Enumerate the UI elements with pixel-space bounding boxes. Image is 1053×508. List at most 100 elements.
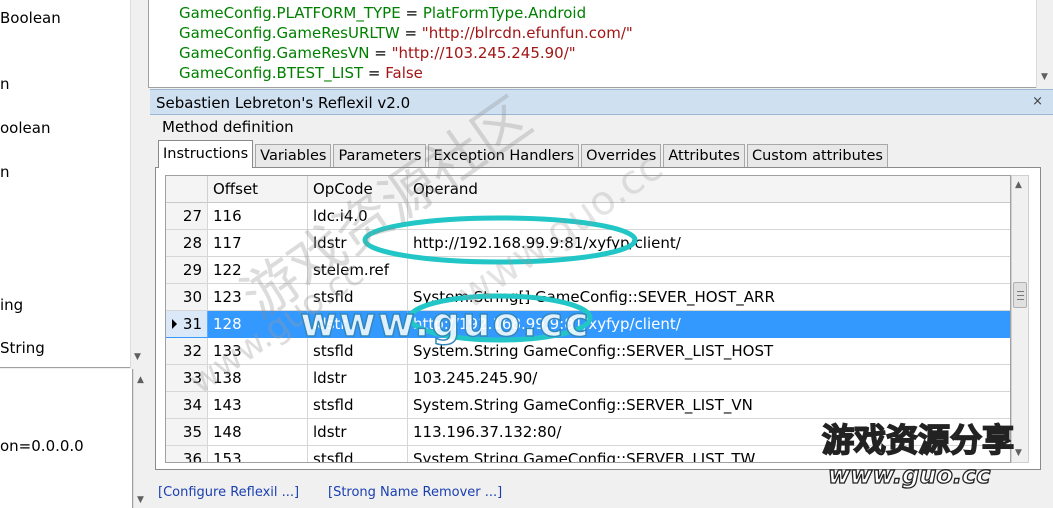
- code-identifier: GameConfig.GameResURLTW: [179, 24, 400, 42]
- offset-cell[interactable]: 117: [208, 230, 308, 257]
- instructions-panel: Offset OpCode Operand 27 116 ldc.i4.0 28 117…: [155, 167, 1041, 470]
- opcode-cell[interactable]: stsfld: [308, 392, 408, 419]
- row-index[interactable]: 27: [166, 203, 208, 230]
- tab-overrides[interactable]: Overrides: [581, 144, 662, 168]
- code-operator: =: [400, 4, 423, 22]
- tab-instructions[interactable]: Instructions: [158, 140, 254, 168]
- code-line: GameConfig.GameResVN = "http://103.245.2…: [179, 44, 576, 62]
- opcode-cell[interactable]: ldstr: [308, 419, 408, 446]
- scroll-up-arrow-icon[interactable]: ▲: [137, 375, 144, 385]
- table-row[interactable]: 36 153 stsfld System.String GameConfig::SER…: [166, 446, 1010, 462]
- row-index[interactable]: 30: [166, 284, 208, 311]
- row-index[interactable]: 36: [166, 446, 208, 462]
- row-index[interactable]: 32: [166, 338, 208, 365]
- row-index[interactable]: 28: [166, 230, 208, 257]
- tab-variables[interactable]: Variables: [255, 144, 332, 168]
- table-row[interactable]: 30 123 stsfld System.String[] GameConfig::S…: [166, 284, 1010, 311]
- opcode-cell[interactable]: stelem.ref: [308, 257, 408, 284]
- table-row[interactable]: 31 128 ldstr http://192.168.99.9:81/xyfyp/c…: [166, 311, 1010, 338]
- opcode-cell[interactable]: ldstr: [308, 230, 408, 257]
- close-icon[interactable]: ×: [1032, 94, 1043, 109]
- tree-item[interactable]: Boolean: [0, 9, 61, 27]
- operand-cell[interactable]: [408, 203, 1010, 230]
- scroll-thumb[interactable]: [1013, 282, 1027, 308]
- scroll-down-arrow-icon[interactable]: ▼: [1015, 448, 1022, 458]
- table-row[interactable]: 35 148 ldstr 113.196.37.132:80/: [166, 419, 1010, 446]
- code-identifier: GameConfig.BTEST_LIST: [179, 64, 364, 82]
- table-row[interactable]: 29 122 stelem.ref: [166, 257, 1010, 284]
- row-index[interactable]: 34: [166, 392, 208, 419]
- row-index-label: 27: [182, 207, 202, 225]
- tree-item[interactable]: String: [0, 339, 45, 357]
- row-index[interactable]: 29: [166, 257, 208, 284]
- code-line: GameConfig.GameResURLTW = "http://blrcdn…: [179, 24, 633, 42]
- operand-cell[interactable]: System.String GameConfig::SERVER_LIST_HO…: [408, 338, 1010, 365]
- screen: Boolean n oolean n ing String ▼ on=0.0.0…: [0, 0, 1053, 508]
- opcode-cell[interactable]: ldstr: [308, 311, 408, 338]
- opcode-cell[interactable]: stsfld: [308, 284, 408, 311]
- offset-cell[interactable]: 116: [208, 203, 308, 230]
- offset-cell[interactable]: 122: [208, 257, 308, 284]
- column-header-operand[interactable]: Operand: [408, 176, 1010, 203]
- operand-cell[interactable]: http://192.168.99.9:81/xyfyp/client/: [408, 230, 1010, 257]
- tree-item[interactable]: n: [0, 75, 10, 93]
- scroll-down-arrow-icon[interactable]: ▼: [137, 495, 144, 505]
- column-header-offset[interactable]: Offset: [208, 176, 308, 203]
- tab-exception-handlers[interactable]: Exception Handlers: [428, 144, 580, 168]
- row-index[interactable]: 33: [166, 365, 208, 392]
- tab-custom-attributes[interactable]: Custom attributes: [746, 144, 888, 168]
- strong-name-remover-link[interactable]: [Strong Name Remover ...]: [328, 485, 502, 500]
- operand-cell[interactable]: System.String GameConfig::SERVER_LIST_VN: [408, 392, 1010, 419]
- offset-cell[interactable]: 138: [208, 365, 308, 392]
- operand-cell[interactable]: 103.245.245.90/: [408, 365, 1010, 392]
- row-index-label: 28: [182, 234, 202, 252]
- method-definition-label: Method definition: [162, 118, 294, 136]
- code-string: "http://103.245.245.90/": [391, 44, 576, 62]
- properties-scrollbar[interactable]: ▲ ▼: [133, 369, 148, 508]
- reflexil-title: Sebastien Lebreton's Reflexil v2.0: [156, 94, 411, 112]
- tree-item[interactable]: n: [0, 163, 10, 181]
- instructions-grid: Offset OpCode Operand 27 116 ldc.i4.0 28 117…: [165, 175, 1011, 463]
- offset-cell[interactable]: 153: [208, 446, 308, 462]
- opcode-cell[interactable]: ldc.i4.0: [308, 203, 408, 230]
- table-row[interactable]: 32 133 stsfld System.String GameConfig::SER…: [166, 338, 1010, 365]
- operand-cell[interactable]: System.String GameConfig::SERVER_LIST_TW: [408, 446, 1010, 462]
- configure-reflexil-link[interactable]: [Configure Reflexil ...]: [158, 485, 299, 500]
- version-text: on=0.0.0.0: [0, 437, 84, 455]
- scroll-up-arrow-icon[interactable]: ▲: [1015, 180, 1022, 190]
- table-row[interactable]: 33 138 ldstr 103.245.245.90/: [166, 365, 1010, 392]
- table-row[interactable]: 34 143 stsfld System.String GameConfig::SER…: [166, 392, 1010, 419]
- opcode-cell[interactable]: stsfld: [308, 338, 408, 365]
- tab-strip: Instructions Variables Parameters Except…: [158, 140, 890, 168]
- row-index[interactable]: 31: [166, 311, 208, 338]
- offset-cell[interactable]: 143: [208, 392, 308, 419]
- scroll-down-arrow-icon[interactable]: ▼: [134, 352, 141, 362]
- grid-scrollbar[interactable]: ▲ ▼: [1011, 175, 1029, 463]
- tree-item[interactable]: ing: [0, 296, 23, 314]
- tree-item[interactable]: oolean: [0, 119, 50, 137]
- code-view[interactable]: GameConfig.PLATFORM_TYPE = PlatFormType.…: [148, 0, 1036, 88]
- opcode-cell[interactable]: stsfld: [308, 446, 408, 462]
- tab-parameters[interactable]: Parameters: [333, 144, 427, 168]
- row-index[interactable]: 35: [166, 419, 208, 446]
- row-index-label: 32: [182, 342, 202, 360]
- scroll-down-arrow-icon[interactable]: ▼: [1041, 72, 1048, 82]
- tab-attributes[interactable]: Attributes: [663, 144, 745, 168]
- table-row[interactable]: 28 117 ldstr http://192.168.99.9:81/xyfyp/c…: [166, 230, 1010, 257]
- table-row[interactable]: 27 116 ldc.i4.0: [166, 203, 1010, 230]
- row-index-label: 30: [182, 288, 202, 306]
- opcode-cell[interactable]: ldstr: [308, 365, 408, 392]
- code-scrollbar[interactable]: ▼: [1036, 0, 1053, 88]
- operand-cell[interactable]: System.String[] GameConfig::SEVER_HOST_A…: [408, 284, 1010, 311]
- offset-cell[interactable]: 128: [208, 311, 308, 338]
- code-value: PlatFormType.Android: [422, 4, 587, 22]
- offset-cell[interactable]: 133: [208, 338, 308, 365]
- offset-cell[interactable]: 148: [208, 419, 308, 446]
- tree-scrollbar[interactable]: ▼: [130, 0, 148, 368]
- operand-cell[interactable]: 113.196.37.132:80/: [408, 419, 1010, 446]
- grip-line: [1017, 291, 1024, 292]
- column-header-opcode[interactable]: OpCode: [308, 176, 408, 203]
- operand-cell[interactable]: http://192.168.99.9:81/xyfyp/client/: [408, 311, 1010, 338]
- operand-cell[interactable]: [408, 257, 1010, 284]
- offset-cell[interactable]: 123: [208, 284, 308, 311]
